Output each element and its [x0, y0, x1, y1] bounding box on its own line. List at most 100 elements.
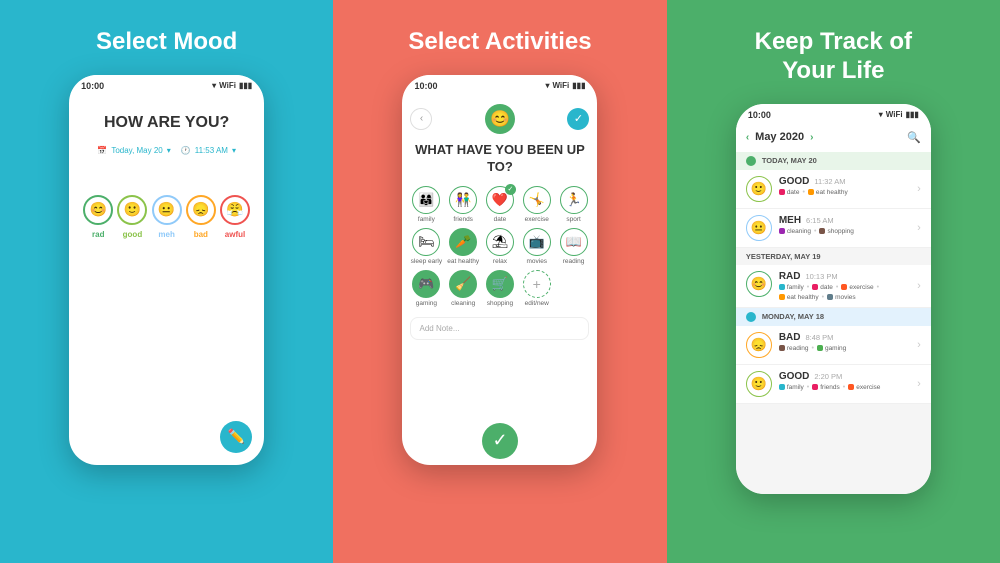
entry-meh-today[interactable]: 😐 MEH 6:15 AM cleaning • shopping › [736, 209, 931, 248]
prev-month-button[interactable]: ‹ [746, 132, 749, 143]
mood-circle-rad: 😊 [83, 195, 113, 225]
mood-date[interactable]: 📅 Today, May 20 ▾ [97, 146, 170, 155]
entry-time-meh: 6:15 AM [806, 216, 834, 225]
status-bar-3: 10:00 ▾ WiFi ▮▮▮ [736, 104, 931, 123]
mood-rad[interactable]: 😊 rad [83, 195, 113, 239]
status-bar-2: 10:00 ▾ WiFi ▮▮▮ [402, 75, 597, 94]
day-header-today: TODAY, MAY 20 [736, 152, 931, 170]
entry-mood-meh: MEH [779, 215, 801, 226]
entry-chevron-rad: › [917, 280, 921, 292]
panel3-title: Keep Track ofYour Life [755, 28, 912, 86]
activity-shopping[interactable]: 🛒 shopping [484, 270, 516, 307]
activity-cleaning[interactable]: 🧹 cleaning [447, 270, 479, 307]
mood-circle-meh: 😐 [152, 195, 182, 225]
confirm-button[interactable]: ✓ [567, 108, 589, 130]
entry-emoji-rad: 😊 [746, 271, 772, 297]
entry-emoji-good2: 🙂 [746, 371, 772, 397]
activity-reading[interactable]: 📖 reading [558, 228, 590, 265]
activity-friends[interactable]: 👫 friends [447, 186, 479, 223]
calendar-icon: 📅 [97, 146, 107, 155]
entry-bad-monday[interactable]: 😞 BAD 8:48 PM reading • gaming › [736, 326, 931, 365]
panel1-title: Select Mood [96, 28, 237, 57]
today-dot [746, 156, 756, 166]
back-button[interactable]: ‹ [410, 108, 432, 130]
done-fab[interactable]: ✓ [482, 423, 518, 459]
mood-good[interactable]: 🙂 good [117, 195, 147, 239]
activity-family[interactable]: 👨‍👩‍👧 family [410, 186, 442, 223]
entry-rad-yesterday[interactable]: 😊 RAD 10:13 PM family • date • exercise [736, 265, 931, 308]
entry-emoji-bad: 😞 [746, 332, 772, 358]
activity-date[interactable]: ❤️ ✓ date [484, 186, 516, 223]
track-screen: ‹ May 2020 › 🔍 TODAY, MAY 20 🙂 GOOD [736, 123, 931, 494]
status-time-2: 10:00 [414, 81, 437, 91]
entry-tags-meh: cleaning • shopping [779, 228, 910, 235]
entry-tags-good: date • eat healthy [779, 189, 910, 196]
month-label: May 2020 [755, 131, 804, 143]
mood-circle-good: 🙂 [117, 195, 147, 225]
status-time-3: 10:00 [748, 110, 771, 120]
note-input[interactable]: Add Note... [410, 317, 589, 340]
phone-1: 10:00 ▾ WiFi ▮▮▮ HOW ARE YOU? 📅 Today, M… [69, 75, 264, 465]
entry-good-today[interactable]: 🙂 GOOD 11:32 AM date • eat healthy › [736, 170, 931, 209]
mood-time[interactable]: 🕐 11:53 AM ▾ [181, 146, 236, 155]
mood-circle-awful: 😤 [220, 195, 250, 225]
entry-mood-rad: RAD [779, 271, 801, 282]
pencil-fab[interactable]: ✏️ [220, 421, 252, 453]
mood-awful[interactable]: 😤 awful [220, 195, 250, 239]
day-label-monday: MONDAY, MAY 18 [762, 312, 824, 321]
activity-eat-healthy[interactable]: 🥕 eat healthy [447, 228, 479, 265]
entry-info-good: GOOD 11:32 AM date • eat healthy [779, 176, 910, 196]
entry-time-good2: 2:20 PM [814, 372, 842, 381]
day-label-today: TODAY, MAY 20 [762, 156, 817, 165]
mood-date-row: 📅 Today, May 20 ▾ 🕐 11:53 AM ▾ [97, 146, 236, 155]
activities-header: ‹ 😊 ✓ [410, 104, 589, 134]
entry-emoji-meh: 😐 [746, 215, 772, 241]
activity-edit-new[interactable]: + edit/new [521, 270, 553, 307]
panel-select-activities: Select Activities 10:00 ▾ WiFi ▮▮▮ ‹ 😊 ✓… [333, 0, 666, 563]
track-header: ‹ May 2020 › 🔍 [736, 123, 931, 152]
activity-grid: 👨‍👩‍👧 family 👫 friends ❤️ ✓ date [410, 186, 589, 307]
day-header-yesterday: YESTERDAY, MAY 19 [736, 248, 931, 265]
entry-chevron-bad: › [917, 339, 921, 351]
activity-sleep[interactable]: 🛏 sleep early [410, 228, 442, 265]
status-icons-2: ▾ WiFi ▮▮▮ [545, 81, 585, 90]
entry-time-bad: 8:48 PM [805, 333, 833, 342]
activity-relax[interactable]: ⛱ relax [484, 228, 516, 265]
entry-mood-good2: GOOD [779, 371, 810, 382]
entry-chevron-meh: › [917, 222, 921, 234]
entry-info-bad: BAD 8:48 PM reading • gaming [779, 332, 910, 352]
entry-tags-bad: reading • gaming [779, 345, 910, 352]
status-time-1: 10:00 [81, 81, 104, 91]
activities-screen: ‹ 😊 ✓ WHAT HAVE YOU BEEN UP TO? 👨‍👩‍👧 fa… [402, 94, 597, 465]
entry-mood-bad: BAD [779, 332, 801, 343]
next-month-button[interactable]: › [810, 132, 813, 143]
selected-mood-icon: 😊 [485, 104, 515, 134]
activity-movies[interactable]: 📺 movies [521, 228, 553, 265]
entry-info-rad: RAD 10:13 PM family • date • exercise • … [779, 271, 910, 301]
search-icon[interactable]: 🔍 [907, 131, 921, 144]
phone-3: 10:00 ▾ WiFi ▮▮▮ ‹ May 2020 › 🔍 TO [736, 104, 931, 494]
activity-check-badge: ✓ [505, 184, 516, 195]
phone-2: 10:00 ▾ WiFi ▮▮▮ ‹ 😊 ✓ WHAT HAVE YOU BEE… [402, 75, 597, 465]
entry-emoji-good: 🙂 [746, 176, 772, 202]
mood-label-meh: meh [158, 230, 174, 239]
entry-good-monday[interactable]: 🙂 GOOD 2:20 PM family • friends • exerci… [736, 365, 931, 404]
activity-exercise[interactable]: 🤸 exercise [521, 186, 553, 223]
mood-circle-bad: 😞 [186, 195, 216, 225]
chevron-down-icon-2: ▾ [232, 146, 236, 155]
mood-label-awful: awful [225, 230, 245, 239]
mood-screen: HOW ARE YOU? 📅 Today, May 20 ▾ 🕐 11:53 A… [69, 94, 264, 465]
activity-gaming[interactable]: 🎮 gaming [410, 270, 442, 307]
day-header-monday: MONDAY, MAY 18 [736, 308, 931, 326]
mood-bad[interactable]: 😞 bad [186, 195, 216, 239]
panel-keep-track: Keep Track ofYour Life 10:00 ▾ WiFi ▮▮▮ … [667, 0, 1000, 563]
mood-question: HOW ARE YOU? [104, 114, 229, 132]
status-icons-1: ▾ WiFi ▮▮▮ [212, 81, 252, 90]
entry-mood-good: GOOD [779, 176, 810, 187]
phone1-content: HOW ARE YOU? 📅 Today, May 20 ▾ 🕐 11:53 A… [69, 94, 264, 465]
status-bar-1: 10:00 ▾ WiFi ▮▮▮ [69, 75, 264, 94]
status-icons-3: ▾ WiFi ▮▮▮ [879, 110, 919, 119]
mood-meh[interactable]: 😐 meh [152, 195, 182, 239]
monday-dot [746, 312, 756, 322]
activity-sport[interactable]: 🏃 sport [558, 186, 590, 223]
